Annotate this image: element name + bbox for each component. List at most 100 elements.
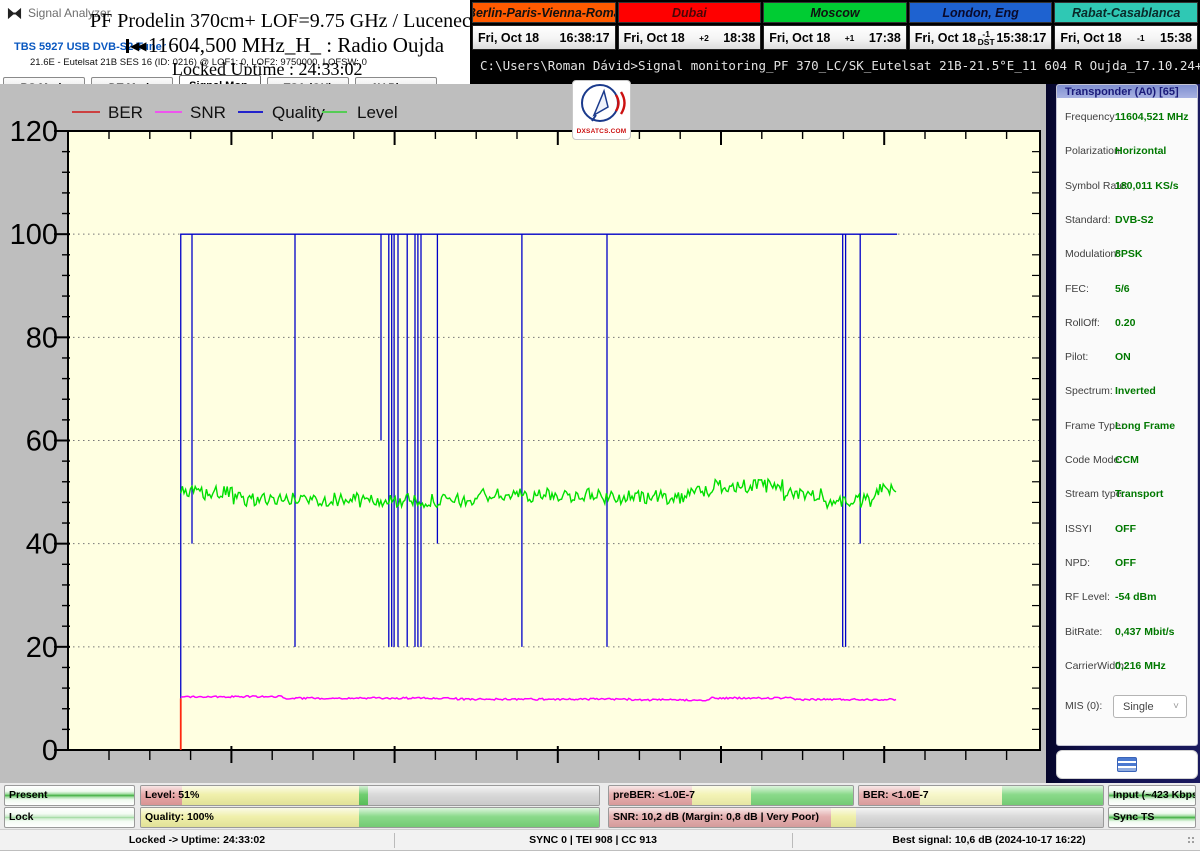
right-panel-zone: Transponder (A0) [65] Frequency:11604,52… bbox=[1046, 84, 1200, 783]
transponder-row-label: Modulation: bbox=[1065, 248, 1119, 260]
legend-label-level: Level bbox=[357, 103, 398, 122]
transponder-row-value: 0,437 Mbit/s bbox=[1115, 626, 1175, 638]
svg-text:60: 60 bbox=[26, 426, 58, 458]
legend-label-ber: BER bbox=[108, 103, 143, 122]
transponder-row-value: OFF bbox=[1115, 557, 1136, 569]
transponder-row-value: 180,011 KS/s bbox=[1115, 180, 1179, 192]
clock-time: 15:38 bbox=[1160, 31, 1192, 45]
signal-chart-region: 020406080100120BERSNRQualityLevel bbox=[0, 84, 1046, 783]
clock-utc-offset: +1 bbox=[830, 34, 868, 42]
clock-time: 16:38:17 bbox=[560, 31, 610, 45]
dxsatcs-logo-text: DXSATCS.COM bbox=[573, 128, 630, 135]
mis-value: Single bbox=[1123, 701, 1154, 713]
clock-date: Fri, Oct 18 bbox=[478, 31, 539, 45]
dxsatcs-logo: DXSATCS.COM bbox=[572, 80, 631, 140]
clock-time: 15:38:17 bbox=[996, 31, 1046, 45]
mis-row: MIS (0): Single ˅ bbox=[1057, 700, 1197, 716]
transponder-row: Frequency:11604,521 MHz bbox=[1057, 111, 1197, 127]
clock-time-cell: Fri, Oct 18+117:38 bbox=[763, 25, 907, 50]
clock-date: Fri, Oct 18 bbox=[769, 31, 830, 45]
mis-dropdown[interactable]: Single ˅ bbox=[1113, 695, 1187, 718]
resize-grip[interactable] bbox=[1187, 836, 1197, 846]
clock-time-cell: Fri, Oct 18 16:38:17 bbox=[472, 25, 616, 50]
level-bar: Level: 51% bbox=[140, 785, 600, 806]
transponder-row-value: 11604,521 MHz bbox=[1115, 111, 1189, 123]
transponder-row-label: BitRate: bbox=[1065, 626, 1102, 638]
transponder-row-value: 8PSK bbox=[1115, 248, 1142, 260]
clock-time-cell: Fri, Oct 18-115:38 bbox=[1054, 25, 1198, 50]
sync-ts-indicator: Sync TS bbox=[1108, 807, 1196, 828]
mis-label: MIS (0): bbox=[1065, 700, 1102, 712]
chevron-down-icon: ˅ bbox=[1173, 696, 1179, 718]
transponder-row: ISSYI OFF bbox=[1057, 523, 1197, 539]
input-indicator: Input (~423 Kbps) bbox=[1108, 785, 1196, 806]
transponder-row: Spectrum:Inverted bbox=[1057, 385, 1197, 401]
world-clocks: Berlin-Paris-Vienna-RomaDubaiMoscowLondo… bbox=[472, 2, 1198, 50]
transponder-row: Modulation:8PSK bbox=[1057, 248, 1197, 264]
transponder-row-value: ON bbox=[1115, 351, 1131, 363]
svg-text:100: 100 bbox=[10, 219, 58, 251]
quality-bar: Quality: 100% bbox=[140, 807, 600, 828]
signal-bars-zone: Present Level: 51% preBER: <1.0E-7 BER: … bbox=[0, 783, 1200, 829]
svg-text:40: 40 bbox=[26, 529, 58, 561]
transponder-row-label: Pilot: bbox=[1065, 351, 1088, 363]
transponder-row-label: RollOff: bbox=[1065, 317, 1100, 329]
clock-time: 17:38 bbox=[869, 31, 901, 45]
frequency-title: 11604,500 MHz_H_ : Radio Oujda bbox=[148, 33, 444, 58]
transponder-row: NPD: OFF bbox=[1057, 557, 1197, 573]
clock-city-header: Rabat-Casablanca bbox=[1054, 2, 1198, 23]
transponder-row: CarrierWidth:0,216 MHz bbox=[1057, 660, 1197, 676]
transponder-row-value: CCM bbox=[1115, 454, 1139, 466]
clock-date: Fri, Oct 18 bbox=[1060, 31, 1121, 45]
clock-city-header: Berlin-Paris-Vienna-Roma bbox=[472, 2, 616, 23]
save-button[interactable] bbox=[1056, 750, 1198, 779]
transponder-row-value: Transport bbox=[1115, 488, 1163, 500]
transponder-row-label: Code Mode: bbox=[1065, 454, 1122, 466]
rewind-icon[interactable]: ◀◀ bbox=[126, 39, 144, 53]
transponder-row-value: 5/6 bbox=[1115, 283, 1130, 295]
lock-indicator: Lock bbox=[4, 807, 135, 828]
clock-utc-offset: +2 bbox=[685, 34, 723, 42]
ber-bar: BER: <1.0E-7 bbox=[858, 785, 1104, 806]
transponder-row-value: OFF bbox=[1115, 523, 1136, 535]
transponder-row: Polarization:Horizontal bbox=[1057, 145, 1197, 161]
clock-city-header: Moscow bbox=[763, 2, 907, 23]
save-icon bbox=[1117, 757, 1137, 772]
status-uptime: Locked -> Uptime: 24:33:02 bbox=[0, 830, 394, 851]
transponder-row-label: RF Level: bbox=[1065, 591, 1110, 603]
clock-city-header: Dubai bbox=[618, 2, 762, 23]
transponder-row-value: Long Frame bbox=[1115, 420, 1175, 432]
status-best-signal: Best signal: 10,6 dB (2024-10-17 16:22) bbox=[793, 830, 1185, 851]
present-indicator: Present bbox=[4, 785, 135, 806]
console-window: Berlin-Paris-Vienna-RomaDubaiMoscowLondo… bbox=[470, 0, 1200, 84]
transponder-row: BitRate: 0,437 Mbit/s bbox=[1057, 626, 1197, 642]
transponder-row: Stream type:Transport bbox=[1057, 488, 1197, 504]
clock-date: Fri, Oct 18 bbox=[915, 31, 976, 45]
transponder-row-label: FEC: bbox=[1065, 283, 1089, 295]
transponder-row-value: 0,216 MHz bbox=[1115, 660, 1166, 672]
transponder-row: RollOff:0.20 bbox=[1057, 317, 1197, 333]
transponder-row: RF Level: -54 dBm bbox=[1057, 591, 1197, 607]
legend-label-snr: SNR bbox=[190, 103, 226, 122]
preber-bar: preBER: <1.0E-7 bbox=[608, 785, 854, 806]
transponder-row: FEC: 5/6 bbox=[1057, 283, 1197, 299]
transponder-row-value: -54 dBm bbox=[1115, 591, 1156, 603]
transponder-row: Code Mode:CCM bbox=[1057, 454, 1197, 470]
clock-time: 18:38 bbox=[723, 31, 755, 45]
transponder-row-label: Standard: bbox=[1065, 214, 1111, 226]
svg-text:80: 80 bbox=[26, 322, 58, 354]
svg-text:0: 0 bbox=[42, 735, 58, 767]
transponder-panel: Transponder (A0) [65] Frequency:11604,52… bbox=[1056, 84, 1198, 746]
transponder-row: Standard:DVB-S2 bbox=[1057, 214, 1197, 230]
transponder-row-value: Horizontal bbox=[1115, 145, 1166, 157]
dxsatcs-logo-graphic bbox=[574, 81, 629, 125]
status-bar: Locked -> Uptime: 24:33:02 SYNC 0 | TEI … bbox=[0, 829, 1200, 850]
clock-utc-offset: -1 bbox=[1122, 34, 1160, 42]
transponder-row-label: ISSYI bbox=[1065, 523, 1092, 535]
transponder-panel-header: Transponder (A0) [65] bbox=[1057, 85, 1197, 98]
transponder-row: Symbol Rate:180,011 KS/s bbox=[1057, 180, 1197, 196]
status-sync-counters: SYNC 0 | TEI 908 | CC 913 bbox=[395, 830, 791, 851]
transponder-row-label: NPD: bbox=[1065, 557, 1090, 569]
clock-city-header: London, Eng bbox=[909, 2, 1053, 23]
legend-label-quality: Quality bbox=[272, 103, 325, 122]
